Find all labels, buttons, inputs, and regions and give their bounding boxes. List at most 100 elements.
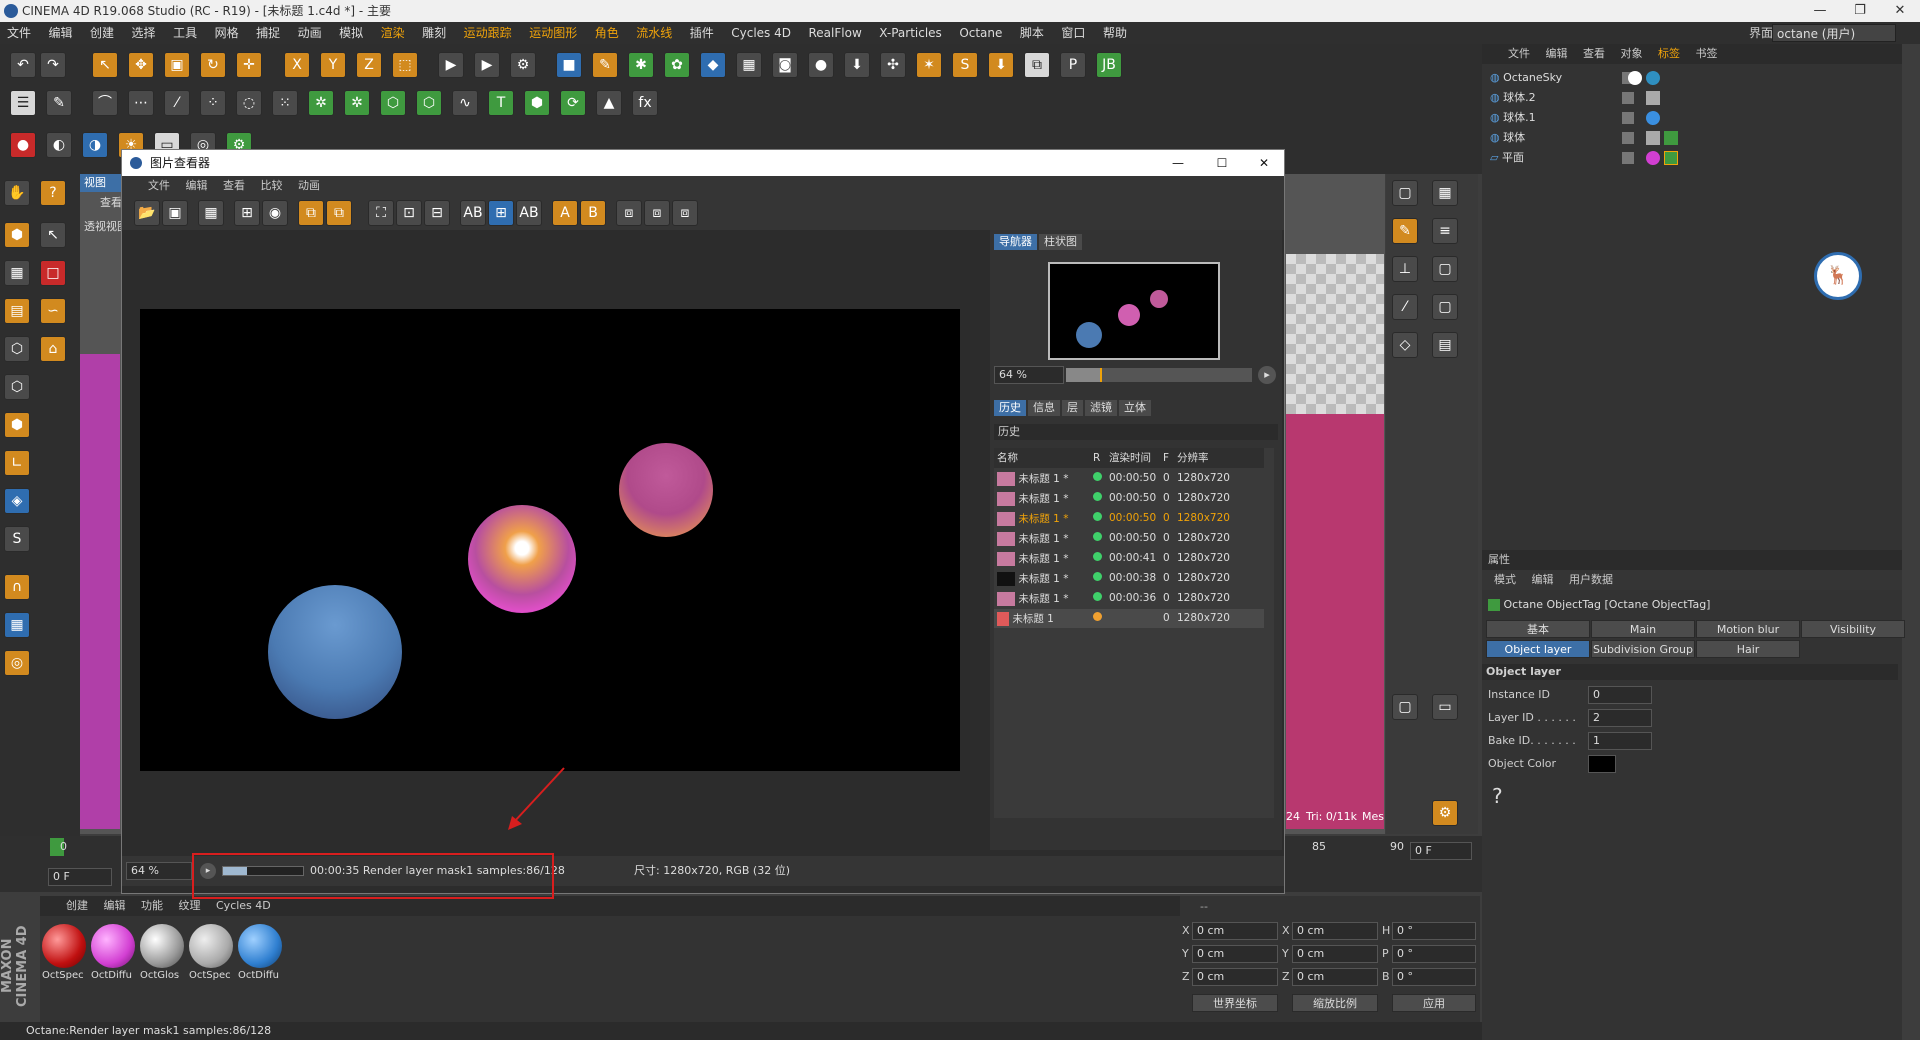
mat-menu-texture[interactable]: 纹理	[179, 899, 201, 912]
snap-s-icon[interactable]: S	[4, 526, 30, 552]
scale-mode-select[interactable]: 缩放比例	[1292, 994, 1378, 1012]
grid-snap-icon[interactable]: ▦	[4, 612, 30, 638]
material-tag-icon[interactable]	[1646, 151, 1660, 165]
brush-icon[interactable]: ✎	[1392, 218, 1418, 244]
points-icon[interactable]: ⋯	[128, 90, 154, 116]
realflow-icon[interactable]: JB	[1096, 52, 1122, 78]
drop-icon[interactable]: ⬇	[988, 52, 1014, 78]
layer-compare-icon[interactable]: ⧈	[616, 200, 642, 226]
tab-filter[interactable]: 滤镜	[1085, 400, 1117, 416]
spline-circle-icon[interactable]: ✲	[344, 90, 370, 116]
octane-object-tag-icon[interactable]	[1664, 131, 1678, 145]
sky-tag-icon[interactable]	[1628, 71, 1642, 85]
tab-info[interactable]: 信息	[1028, 400, 1060, 416]
mat-menu-edit[interactable]: 编辑	[104, 899, 126, 912]
edges-mode-icon[interactable]: ⬡	[4, 374, 30, 400]
coord-rot-h[interactable]: 0 °	[1392, 922, 1476, 940]
viewport-layout-icon[interactable]: ☰	[10, 90, 36, 116]
end-frame-field[interactable]: 0 F	[1410, 842, 1472, 860]
instance-id-field[interactable]: 0	[1588, 686, 1652, 704]
undo-icon[interactable]: ↶	[10, 52, 36, 78]
cube-outline-icon[interactable]: ▢	[1392, 180, 1418, 206]
visibility-icon[interactable]	[1622, 92, 1634, 104]
cube-tool2-icon[interactable]: ▢	[1432, 294, 1458, 320]
texture-mode-icon[interactable]: ▦	[4, 260, 30, 286]
viewport-menu-view[interactable]: 查看	[100, 194, 122, 210]
xp-modifier-icon[interactable]: ✶	[916, 52, 942, 78]
object-item-octanesky[interactable]: ◍ OctaneSky	[1482, 68, 1902, 88]
status-zoom-field[interactable]: 64 %	[126, 862, 192, 880]
camera-icon[interactable]: ◙	[772, 52, 798, 78]
navigator-zoom-field[interactable]: 64 %	[994, 366, 1064, 384]
s-plugin-icon[interactable]: S	[952, 52, 978, 78]
axis-tool-icon[interactable]: ⊥	[1392, 256, 1418, 282]
split-icon[interactable]: ⊞	[488, 200, 514, 226]
tab-visibility[interactable]: Visibility	[1801, 620, 1905, 638]
stack-icon[interactable]: ≡	[1432, 218, 1458, 244]
deformer-icon[interactable]: ◆	[700, 52, 726, 78]
knife-tool-icon[interactable]: ⁄	[1392, 294, 1418, 320]
visibility-icon[interactable]	[1622, 132, 1634, 144]
tab-motion-blur[interactable]: Motion blur	[1696, 620, 1800, 638]
col-name[interactable]: 名称	[994, 448, 1090, 469]
recent-tool-icon[interactable]: ✛	[236, 52, 262, 78]
navigator-zoom-handle[interactable]	[1066, 368, 1102, 382]
history-row[interactable]: 未标题 1 * 00:00:50 0 1280x720	[994, 468, 1264, 489]
poly-select-icon[interactable]: ⌂	[40, 336, 66, 362]
menu-edit[interactable]: 编辑	[42, 22, 80, 44]
navigator-zoom-slider[interactable]	[1066, 368, 1252, 382]
coord-pos-x[interactable]: 0 cm	[1192, 922, 1278, 940]
viewer-menu-view[interactable]: 查看	[217, 176, 251, 196]
x-axis-icon[interactable]: X	[284, 52, 310, 78]
help-question-icon[interactable]: ?	[1492, 784, 1503, 808]
cube-tool-icon[interactable]: ▢	[1432, 256, 1458, 282]
menu-select[interactable]: 选择	[125, 22, 163, 44]
loft-icon[interactable]: ⟳	[560, 90, 586, 116]
history-row[interactable]: 未标题 1 * 00:00:50 0 1280x720	[994, 488, 1264, 509]
live-select-icon[interactable]: ↖	[40, 222, 66, 248]
menu-character[interactable]: 角色	[588, 22, 626, 44]
set-b-icon[interactable]: B	[580, 200, 606, 226]
history-row[interactable]: 未标题 1 * 00:00:38 0 1280x720	[994, 568, 1264, 589]
tab-basic[interactable]: 基本	[1486, 620, 1590, 638]
material-ball-4[interactable]	[189, 924, 233, 968]
col-resolution[interactable]: 分辨率	[1174, 448, 1264, 469]
move-tool-icon[interactable]: ✥	[128, 52, 154, 78]
z-axis-icon[interactable]: Z	[356, 52, 382, 78]
settings-gear-icon[interactable]: ⚙	[1432, 800, 1458, 826]
tab-subdivision-group[interactable]: Subdivision Group	[1591, 640, 1695, 658]
cube-icon[interactable]: ■	[556, 52, 582, 78]
menu-simulate[interactable]: 模拟	[332, 22, 370, 44]
object-item-plane[interactable]: ▱ 平面	[1482, 148, 1902, 168]
lathe-icon[interactable]: ⬡	[416, 90, 442, 116]
menu-render[interactable]: 渲染	[374, 22, 412, 44]
spline-tool-icon[interactable]: ⌒	[92, 90, 118, 116]
restore-button[interactable]: ❐	[1840, 0, 1880, 22]
menu-pipeline[interactable]: 流水线	[629, 22, 679, 44]
text-icon[interactable]: T	[488, 90, 514, 116]
menu-motion-tracking[interactable]: 运动跟踪	[457, 22, 519, 44]
layer-grid-icon[interactable]: ⧈	[672, 200, 698, 226]
tab-layer[interactable]: 层	[1062, 400, 1083, 416]
minimize-button[interactable]: —	[1800, 0, 1840, 22]
dots-icon[interactable]: ⁘	[200, 90, 226, 116]
render-frame-icon[interactable]: ◉	[262, 200, 288, 226]
tab-main[interactable]: Main	[1591, 620, 1695, 638]
magnet-icon[interactable]: ∩	[4, 574, 30, 600]
history-row[interactable]: 未标题 1 * 00:00:50 0 1280x720	[994, 528, 1264, 549]
octane-object-tag-icon[interactable]	[1664, 151, 1678, 165]
cube-grid-icon[interactable]: ▦	[1432, 180, 1458, 206]
history-row[interactable]: 未标题 1 * 00:00:41 0 1280x720	[994, 548, 1264, 569]
tab-hair[interactable]: Hair	[1696, 640, 1800, 658]
navigator-thumbnail[interactable]	[1048, 262, 1220, 360]
menu-plugins[interactable]: 插件	[683, 22, 721, 44]
material-tag-icon[interactable]	[1646, 131, 1660, 145]
cone-tool-icon[interactable]: ▲	[596, 90, 622, 116]
material-ball-1[interactable]	[42, 924, 86, 968]
object-item-sphere[interactable]: ◍ 球体	[1482, 128, 1902, 148]
half-circle-icon[interactable]: ◐	[46, 132, 72, 158]
coord-rot-b[interactable]: 0 °	[1392, 968, 1476, 986]
fx-icon[interactable]: fx	[632, 90, 658, 116]
floor-icon[interactable]: ▦	[736, 52, 762, 78]
set-a-icon[interactable]: A	[552, 200, 578, 226]
